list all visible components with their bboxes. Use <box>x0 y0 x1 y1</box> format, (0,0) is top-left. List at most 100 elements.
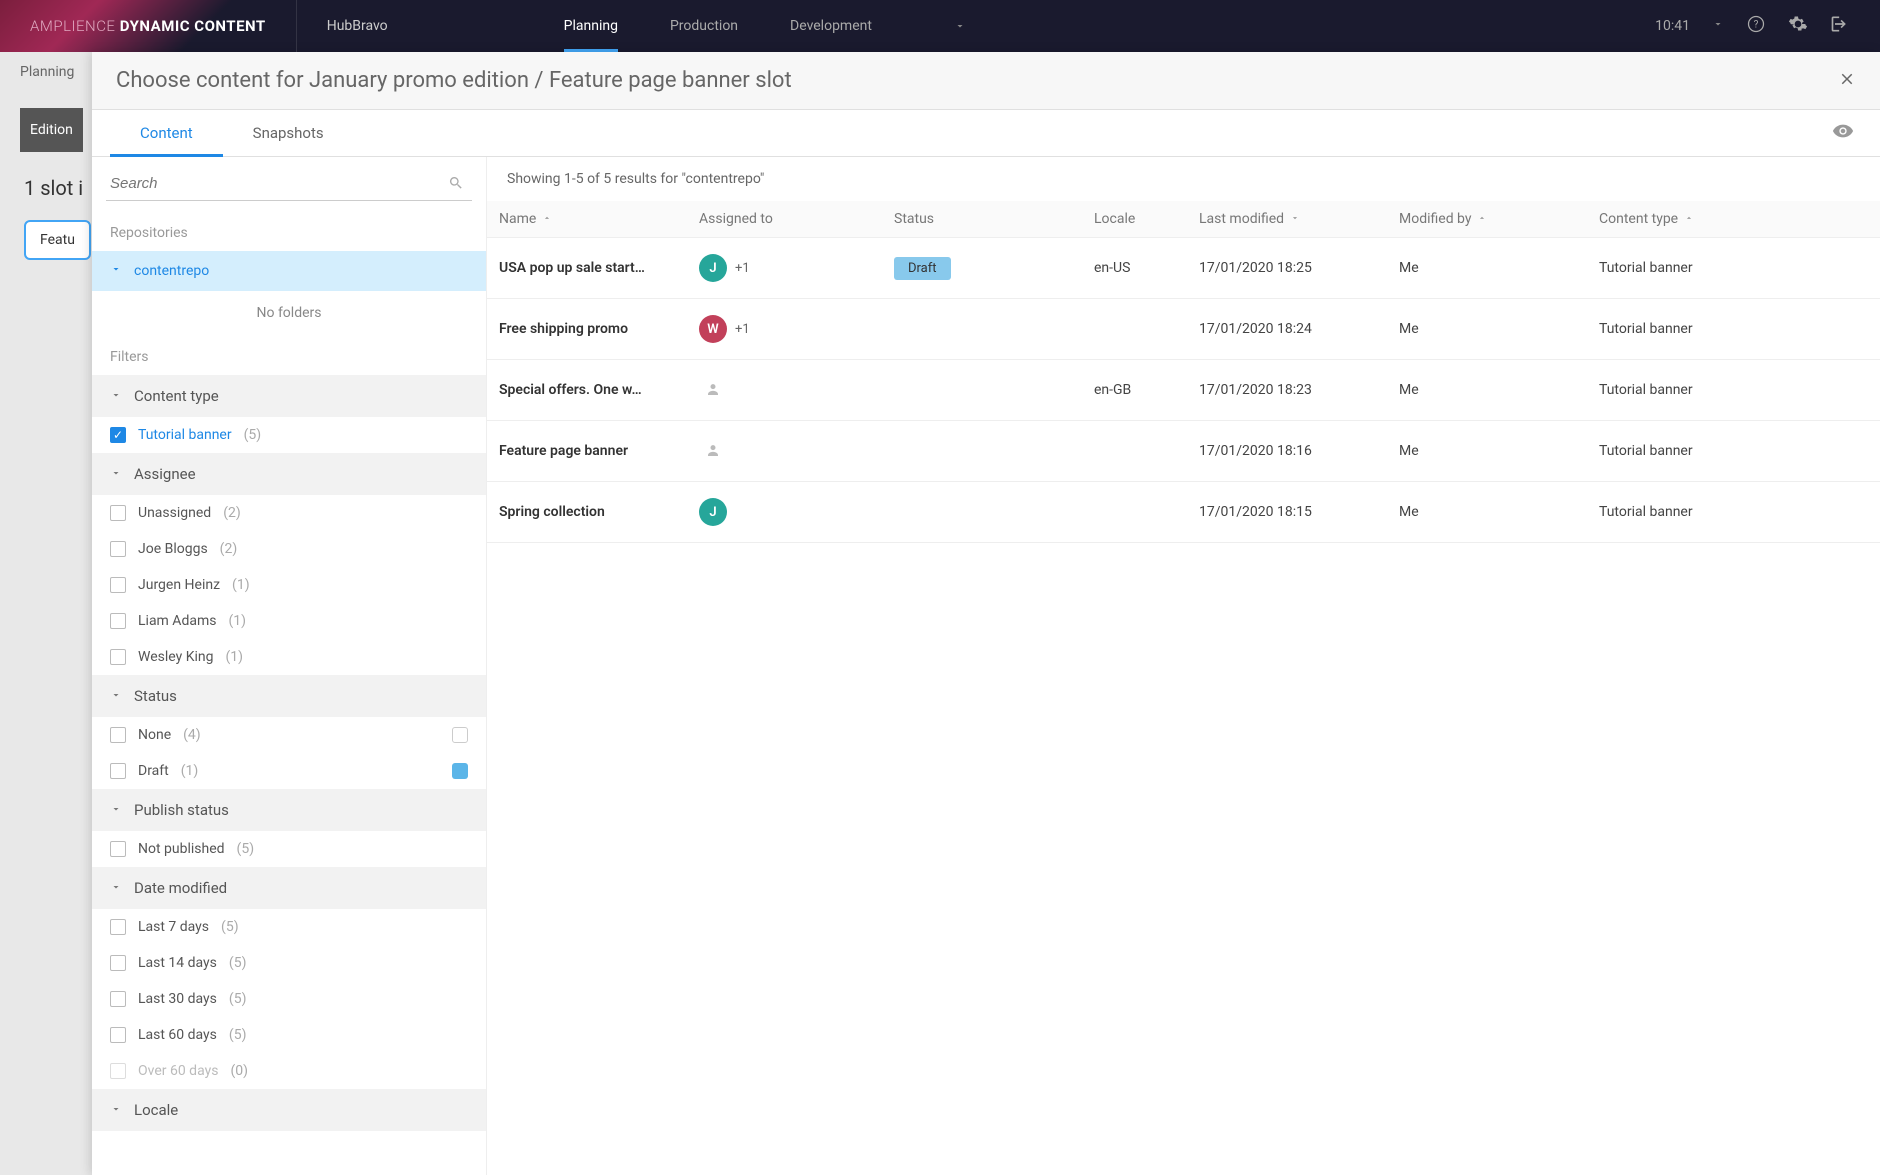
search-input[interactable] <box>106 167 472 201</box>
checkbox-icon <box>110 991 126 1007</box>
tab-content[interactable]: Content <box>110 110 223 156</box>
col-locale[interactable]: Locale <box>1094 211 1199 227</box>
filter-section-content-type[interactable]: Content type <box>92 375 486 417</box>
filter-label: Last 14 days <box>138 955 217 971</box>
filter-item[interactable]: Wesley King (1) <box>92 639 486 675</box>
row-assigned: W +1 <box>699 315 894 343</box>
filter-count: (5) <box>229 955 247 971</box>
filter-count: (5) <box>244 427 262 443</box>
col-content-type[interactable]: Content type <box>1599 211 1868 227</box>
tab-development[interactable]: Development <box>764 0 898 52</box>
col-status[interactable]: Status <box>894 211 1094 227</box>
col-modified-by[interactable]: Modified by <box>1399 211 1599 227</box>
results-panel: Showing 1-5 of 5 results for "contentrep… <box>487 157 1880 1175</box>
top-navbar: AMPLIENCE DYNAMIC CONTENT HubBravo Plann… <box>0 0 1880 52</box>
filter-item[interactable]: Unassigned (2) <box>92 495 486 531</box>
filter-item[interactable]: Last 14 days (5) <box>92 945 486 981</box>
filter-count: (5) <box>237 841 255 857</box>
row-assigned: J <box>699 498 894 526</box>
content-chooser-modal: Choose content for January promo edition… <box>92 52 1880 1175</box>
repos-label: Repositories <box>92 211 486 251</box>
chevron-down-icon <box>110 263 122 279</box>
col-last-modified[interactable]: Last modified <box>1199 211 1399 227</box>
filter-label: Last 7 days <box>138 919 209 935</box>
filter-item[interactable]: Tutorial banner (5) <box>92 417 486 453</box>
search-wrap <box>92 157 486 211</box>
assignee-plus: +1 <box>735 261 750 276</box>
assignee-plus: +1 <box>735 322 750 337</box>
logout-icon[interactable] <box>1830 14 1850 38</box>
tab-planning[interactable]: Planning <box>538 0 644 52</box>
section-label: Content type <box>134 387 219 405</box>
filter-section-assignee[interactable]: Assignee <box>92 453 486 495</box>
filter-item[interactable]: Over 60 days (0) <box>92 1053 486 1089</box>
table-row[interactable]: Feature page banner17/01/2020 18:16MeTut… <box>487 421 1880 482</box>
filter-label: Last 60 days <box>138 1027 217 1043</box>
row-last-modified: 17/01/2020 18:24 <box>1199 321 1399 337</box>
no-folders-label: No folders <box>92 291 486 335</box>
checkbox-icon <box>110 1027 126 1043</box>
filter-item[interactable]: Liam Adams (1) <box>92 603 486 639</box>
filter-item[interactable]: None (4) <box>92 717 486 753</box>
help-icon[interactable]: ? <box>1746 14 1766 38</box>
row-locale: en-GB <box>1094 382 1199 398</box>
col-name[interactable]: Name <box>499 211 699 227</box>
filter-label: None <box>138 727 171 743</box>
filter-item[interactable]: Last 60 days (5) <box>92 1017 486 1053</box>
avatar: W <box>699 315 727 343</box>
filter-item[interactable]: Joe Bloggs (2) <box>92 531 486 567</box>
filter-section-status[interactable]: Status <box>92 675 486 717</box>
sort-asc-icon <box>1477 211 1487 227</box>
row-last-modified: 17/01/2020 18:25 <box>1199 260 1399 276</box>
filter-count: (1) <box>181 763 199 779</box>
filter-count: (1) <box>228 613 246 629</box>
filter-label: Jurgen Heinz <box>138 577 220 593</box>
section-label: Date modified <box>134 879 227 897</box>
section-label: Publish status <box>134 801 229 819</box>
filter-item[interactable]: Last 7 days (5) <box>92 909 486 945</box>
preview-icon[interactable] <box>1832 120 1854 146</box>
filter-item[interactable]: Last 30 days (5) <box>92 981 486 1017</box>
row-assigned <box>699 437 894 465</box>
chevron-down-icon[interactable] <box>928 0 992 52</box>
clock: 10:41 <box>1655 18 1690 34</box>
table-row[interactable]: USA pop up sale start…J+1Draften-US17/01… <box>487 238 1880 299</box>
table-row[interactable]: Spring collectionJ17/01/2020 18:15MeTuto… <box>487 482 1880 543</box>
hub-selector[interactable]: HubBravo <box>296 0 538 52</box>
avatar <box>699 437 727 465</box>
filter-section-publish-status[interactable]: Publish status <box>92 789 486 831</box>
modal-header: Choose content for January promo edition… <box>92 52 1880 110</box>
filter-count: (2) <box>220 541 238 557</box>
filter-item[interactable]: Jurgen Heinz (1) <box>92 567 486 603</box>
table-row[interactable]: Special offers. One w…en-GB17/01/2020 18… <box>487 360 1880 421</box>
row-last-modified: 17/01/2020 18:23 <box>1199 382 1399 398</box>
results-summary: Showing 1-5 of 5 results for "contentrep… <box>487 157 1880 201</box>
col-assigned[interactable]: Assigned to <box>699 211 894 227</box>
row-modified-by: Me <box>1399 443 1599 459</box>
tab-production[interactable]: Production <box>644 0 764 52</box>
avatar: J <box>699 498 727 526</box>
chevron-down-icon <box>110 1101 122 1119</box>
tab-snapshots[interactable]: Snapshots <box>223 110 354 156</box>
nav-tabs: Planning Production Development <box>538 0 992 52</box>
filter-item[interactable]: Not published (5) <box>92 831 486 867</box>
filter-count: (0) <box>230 1063 248 1079</box>
close-button[interactable] <box>1838 70 1856 92</box>
repo-item[interactable]: contentrepo <box>92 251 486 291</box>
filter-section-locale[interactable]: Locale <box>92 1089 486 1131</box>
table-row[interactable]: Free shipping promoW+117/01/2020 18:24Me… <box>487 299 1880 360</box>
row-modified-by: Me <box>1399 260 1599 276</box>
filter-label: Last 30 days <box>138 991 217 1007</box>
checkbox-icon <box>110 427 126 443</box>
chevron-down-icon[interactable] <box>1712 18 1724 34</box>
filter-section-date-modified[interactable]: Date modified <box>92 867 486 909</box>
section-label: Assignee <box>134 465 196 483</box>
row-modified-by: Me <box>1399 504 1599 520</box>
svg-text:?: ? <box>1754 19 1759 30</box>
avatar <box>699 376 727 404</box>
brand-logo: AMPLIENCE DYNAMIC CONTENT <box>0 17 296 35</box>
modal-tabs: Content Snapshots <box>92 110 1880 157</box>
filter-label: Tutorial banner <box>138 427 232 443</box>
filter-item[interactable]: Draft (1) <box>92 753 486 789</box>
gear-icon[interactable] <box>1788 14 1808 38</box>
